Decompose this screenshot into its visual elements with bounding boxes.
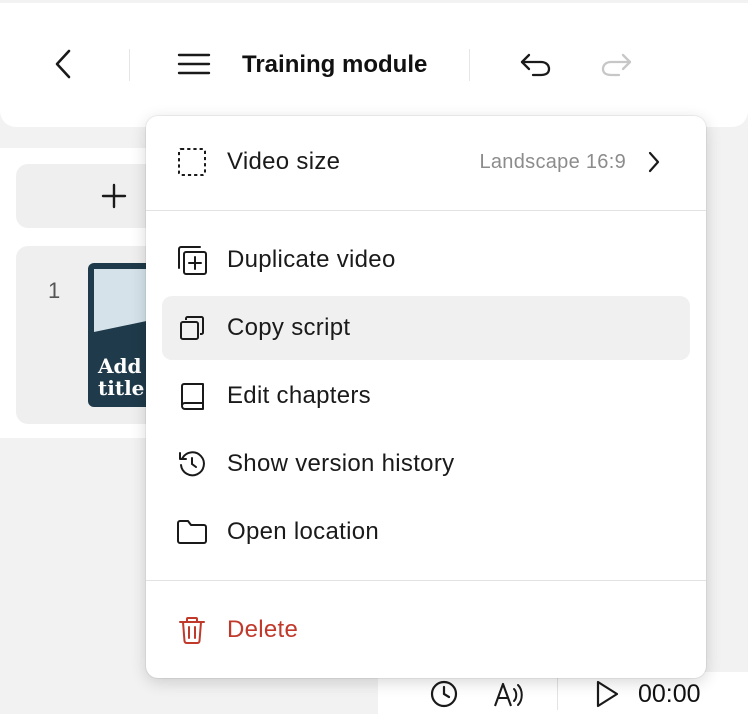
menu-divider	[146, 210, 706, 211]
clock-icon	[430, 680, 458, 708]
menu-item-label: Video size	[227, 148, 341, 175]
hamburger-menu-icon	[177, 53, 211, 75]
playback-time: 00:00	[638, 680, 701, 708]
play-button[interactable]	[592, 678, 622, 710]
menu-item-label: Copy script	[227, 314, 351, 341]
voice-button[interactable]	[492, 678, 526, 710]
back-button[interactable]	[44, 44, 84, 84]
menu-item-label: Duplicate video	[227, 246, 396, 273]
book-icon	[176, 380, 208, 412]
chevron-left-icon	[55, 49, 71, 79]
menu-item-duplicate-video[interactable]: Duplicate video	[162, 228, 690, 292]
menu-item-copy-script[interactable]: Copy script	[162, 296, 690, 360]
chevron-right-icon	[642, 150, 666, 174]
duplicate-plus-icon	[176, 244, 208, 276]
trash-icon	[176, 614, 208, 646]
menu-divider	[146, 580, 706, 581]
toolbar-divider	[469, 49, 470, 81]
duration-button[interactable]	[428, 678, 460, 710]
history-icon	[176, 448, 208, 480]
project-title[interactable]: Training module	[242, 49, 427, 81]
menu-item-delete[interactable]: Delete	[162, 598, 690, 662]
menu-item-edit-chapters[interactable]: Edit chapters	[162, 364, 690, 428]
video-size-value: Landscape 16:9	[479, 151, 626, 173]
editor-screen: Training module 1 Add t title h	[0, 0, 748, 714]
voice-icon	[494, 682, 523, 707]
plus-icon	[96, 178, 132, 214]
slide-number: 1	[48, 278, 61, 303]
play-icon	[596, 680, 619, 708]
options-menu: Video size Landscape 16:9 Duplicate vide…	[146, 116, 706, 678]
copy-icon	[176, 312, 208, 344]
undo-icon	[520, 53, 551, 77]
menu-item-label: Edit chapters	[227, 382, 371, 409]
toolbar-divider	[129, 49, 130, 81]
playback-divider	[557, 676, 558, 710]
redo-button[interactable]	[594, 44, 638, 84]
redo-icon	[601, 53, 632, 77]
menu-item-show-version-history[interactable]: Show version history	[162, 432, 690, 496]
undo-button[interactable]	[514, 44, 558, 84]
dashed-square-icon	[176, 146, 208, 178]
main-menu-button[interactable]	[172, 44, 216, 84]
menu-item-label: Show version history	[227, 450, 455, 477]
menu-item-open-location[interactable]: Open location	[162, 500, 690, 564]
folder-icon	[176, 516, 208, 548]
menu-item-label: Open location	[227, 518, 380, 545]
menu-item-label: Delete	[227, 616, 299, 643]
menu-item-video-size[interactable]: Video size Landscape 16:9	[162, 130, 690, 194]
